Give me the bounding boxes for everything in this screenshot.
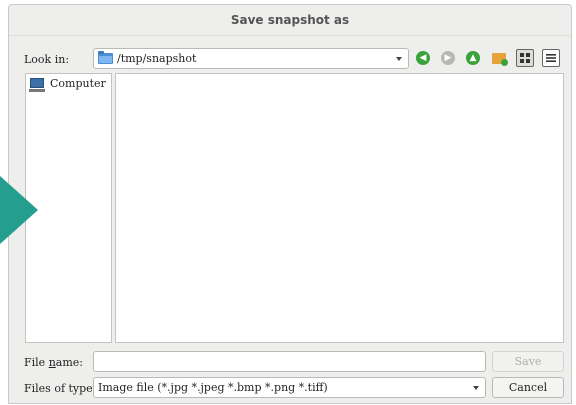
parent-dir-button[interactable]: ▲: [464, 49, 482, 67]
new-folder-button[interactable]: [490, 49, 508, 67]
cancel-button[interactable]: Cancel: [492, 377, 564, 398]
file-type-label: Files of type:: [24, 382, 97, 395]
chevron-down-icon: [473, 386, 479, 390]
sidebar: Computer: [25, 73, 112, 343]
computer-icon: [29, 78, 45, 92]
look-in-combo[interactable]: /tmp/snapshot: [93, 48, 409, 69]
file-name-input[interactable]: [93, 351, 486, 372]
file-type-combo[interactable]: Image file (*.jpg *.jpeg *.bmp *.png *.t…: [93, 377, 486, 398]
look-in-path: /tmp/snapshot: [117, 52, 197, 65]
look-in-label: Look in:: [24, 53, 70, 66]
new-folder-icon: [492, 53, 508, 66]
detail-view-button[interactable]: [542, 49, 560, 67]
file-type-value: Image file (*.jpg *.jpeg *.bmp *.png *.t…: [98, 381, 328, 394]
folder-icon: [98, 51, 113, 64]
forward-button[interactable]: ▶: [439, 49, 457, 67]
detail-view-icon: [546, 54, 556, 62]
file-name-label: File name:: [24, 356, 83, 369]
list-view-icon: [520, 53, 530, 63]
file-list[interactable]: [115, 73, 564, 343]
back-icon: ◀: [416, 51, 430, 65]
back-button[interactable]: ◀: [414, 49, 432, 67]
sidebar-item-computer[interactable]: Computer: [29, 77, 110, 93]
parent-dir-icon: ▲: [466, 51, 480, 65]
save-button[interactable]: Save: [492, 351, 564, 372]
forward-icon: ▶: [441, 51, 455, 65]
chevron-down-icon: [396, 57, 402, 61]
save-dialog: Save snapshot as Look in: /tmp/snapshot …: [8, 4, 572, 404]
list-view-button[interactable]: [516, 49, 534, 67]
arrow-pointer-icon: [0, 176, 38, 244]
sidebar-item-label: Computer: [50, 77, 106, 90]
dialog-title: Save snapshot as: [9, 5, 571, 36]
